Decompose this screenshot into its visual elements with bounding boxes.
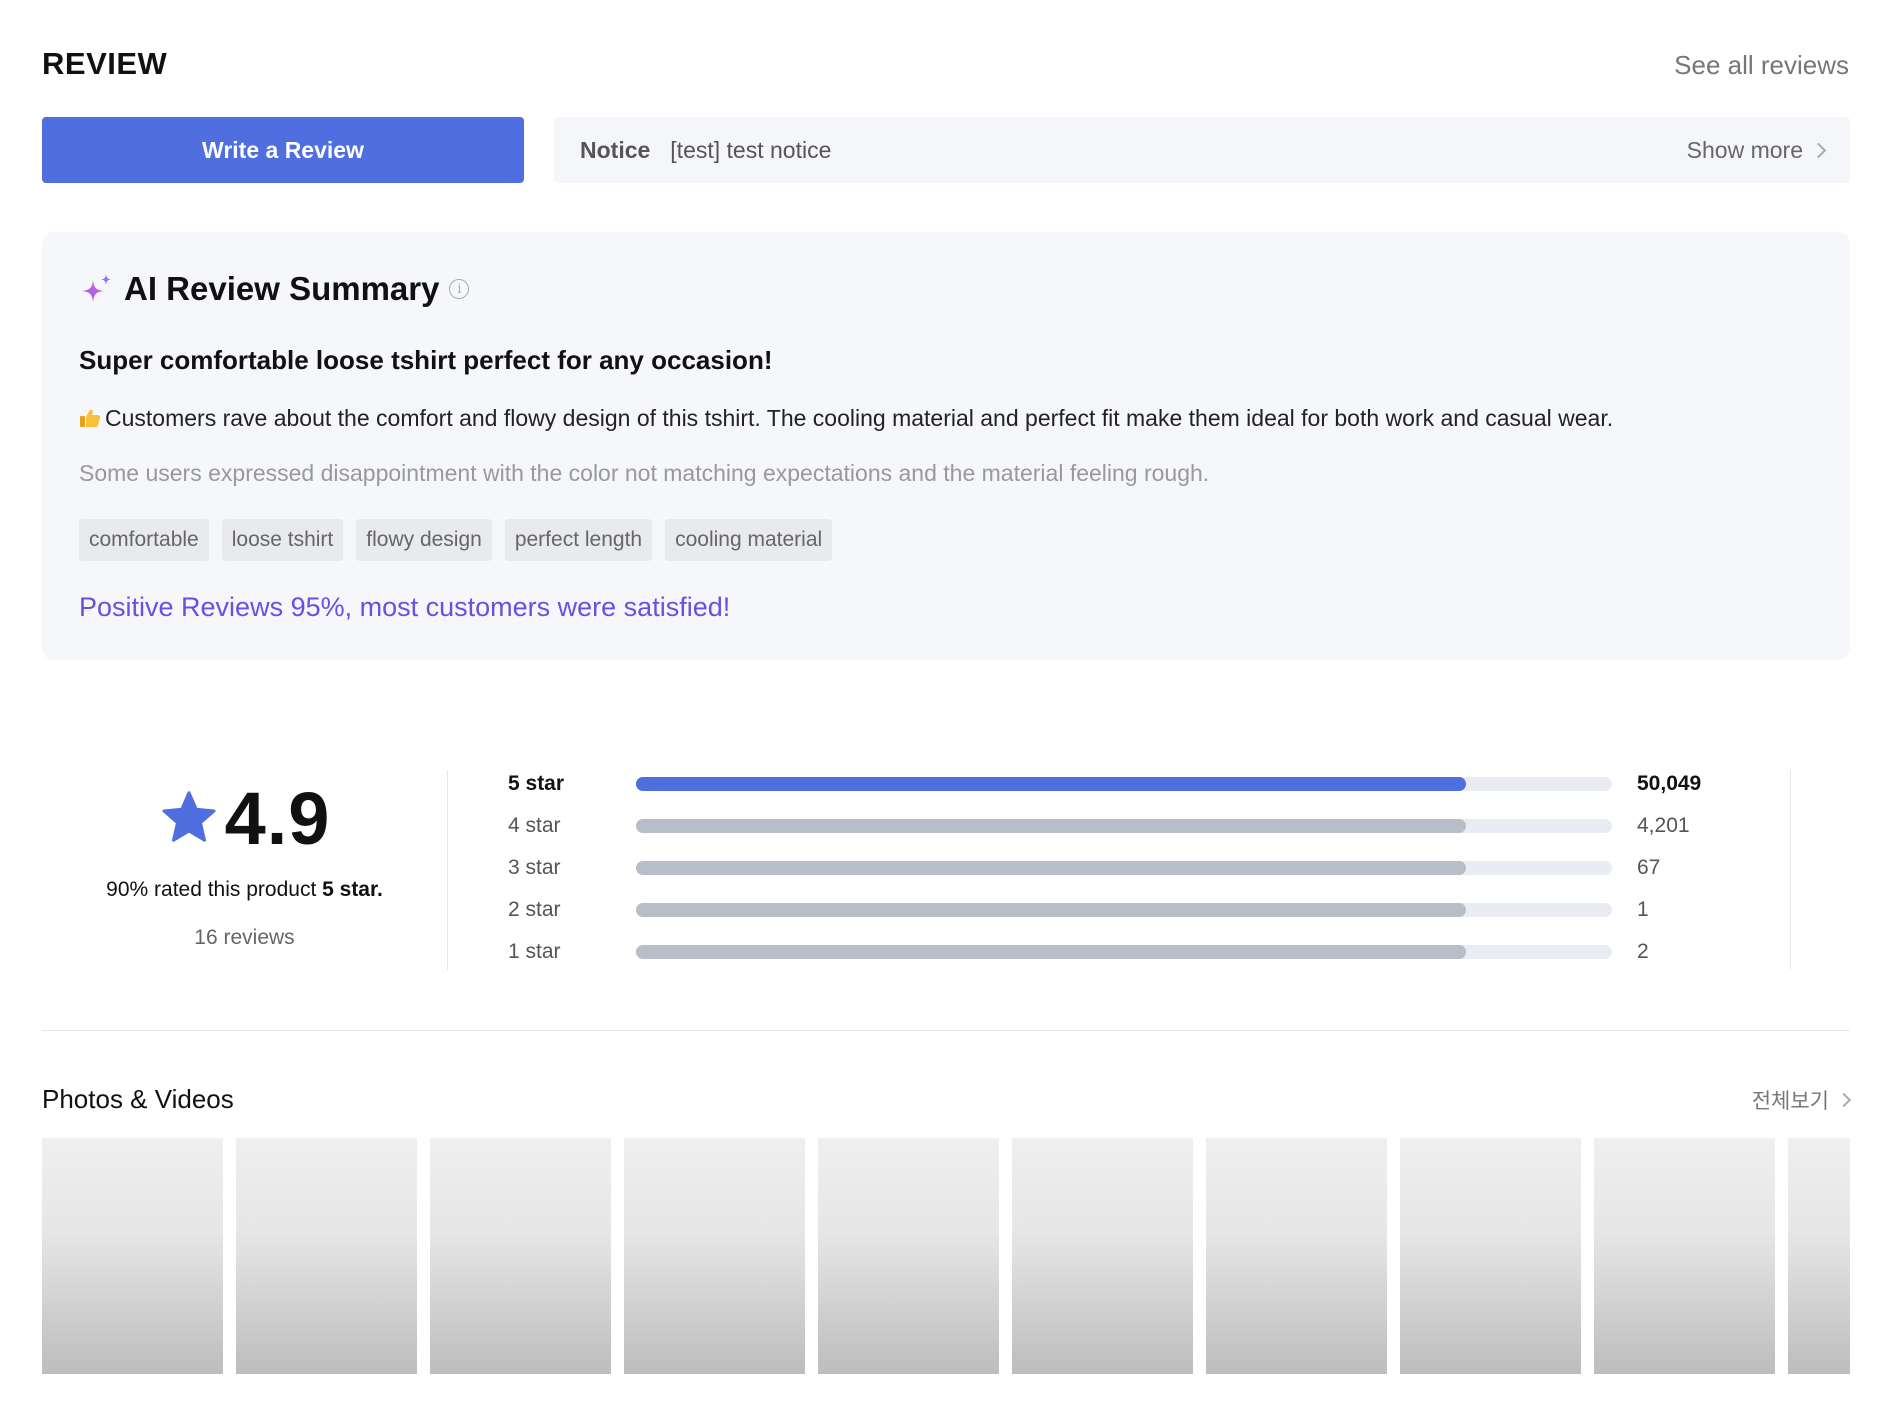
- rating-bar-count: 1: [1637, 898, 1649, 921]
- photo-thumbnail[interactable]: [236, 1138, 417, 1374]
- keyword-tag[interactable]: perfect length: [504, 519, 653, 561]
- rating-bar-label: 3 star: [508, 856, 561, 879]
- keyword-tag[interactable]: comfortable: [79, 519, 209, 561]
- ai-summary-negative: Some users expressed disappointment with…: [79, 460, 1210, 486]
- photo-thumbnail[interactable]: [1400, 1138, 1581, 1374]
- ai-summary-positive-text: Customers rave about the comfort and flo…: [105, 405, 1614, 431]
- rating-bar-fill: [636, 819, 1466, 833]
- photo-thumbnail[interactable]: [1788, 1138, 1850, 1374]
- keyword-tags: comfortable loose tshirt flowy design pe…: [79, 519, 833, 561]
- rating-bar-row: 1 star 2: [508, 937, 1649, 967]
- rating-bar-count: 2: [1637, 940, 1649, 963]
- rating-bar-fill: [636, 903, 1466, 917]
- show-more-button[interactable]: Show more: [1686, 136, 1827, 164]
- photo-thumbnail[interactable]: [624, 1138, 805, 1374]
- ai-summary-header: AI Review Summary i: [80, 270, 470, 308]
- rating-bar-label: 5 star: [508, 772, 565, 795]
- rating-bar-label: 2 star: [508, 898, 561, 921]
- rating-bar-count: 4,201: [1637, 814, 1690, 837]
- photo-thumbnail[interactable]: [430, 1138, 611, 1374]
- rating-bar-track: [636, 903, 1612, 917]
- rated-summary: 90% rated this product 5 star.: [42, 878, 447, 902]
- rating-score: 4.9: [224, 777, 331, 860]
- average-rating: 4.9: [42, 782, 447, 856]
- photo-thumbnail[interactable]: [42, 1138, 223, 1374]
- photo-thumbnail[interactable]: [1206, 1138, 1387, 1374]
- rating-bar-label: 4 star: [508, 814, 561, 837]
- rating-bar-fill: [636, 777, 1466, 791]
- rating-bar-track: [636, 861, 1612, 875]
- rating-bar-row: 3 star 67: [508, 853, 1660, 883]
- rating-bar-track: [636, 777, 1612, 791]
- positive-rate-text: Positive Reviews 95%, most customers wer…: [79, 592, 731, 622]
- ai-summary-headline: Super comfortable loose tshirt perfect f…: [79, 345, 773, 375]
- rating-bar-fill: [636, 945, 1466, 959]
- photos-view-all-link[interactable]: 전체보기: [1751, 1085, 1852, 1115]
- ai-summary-positive: Customers rave about the comfort and flo…: [79, 405, 1613, 432]
- keyword-tag[interactable]: cooling material: [665, 519, 833, 561]
- rating-summary: 4.9 90% rated this product 5 star. 16 re…: [42, 770, 447, 970]
- rating-bar-count: 50,049: [1637, 772, 1702, 795]
- ai-summary-title: AI Review Summary: [124, 270, 440, 307]
- divider: [447, 770, 448, 970]
- chevron-right-icon: [1836, 1092, 1852, 1108]
- show-more-label: Show more: [1686, 136, 1803, 163]
- notice-label: Notice: [580, 136, 651, 163]
- notice-text[interactable]: [test] test notice: [670, 137, 1686, 164]
- rating-bar-label: 1 star: [508, 940, 561, 963]
- keyword-tag[interactable]: loose tshirt: [221, 519, 344, 561]
- photos-view-all-label: 전체보기: [1751, 1090, 1829, 1113]
- photos-videos-title: Photos & Videos: [42, 1084, 234, 1114]
- section-divider: [42, 1030, 1850, 1031]
- info-icon[interactable]: i: [449, 279, 470, 299]
- divider: [1790, 770, 1791, 970]
- keyword-tag[interactable]: flowy design: [356, 519, 492, 561]
- star-icon: [162, 791, 216, 842]
- photo-thumbnail[interactable]: [1012, 1138, 1193, 1374]
- sparkle-icon: [82, 274, 111, 302]
- rating-bar-row: 5 star 50,049: [508, 769, 1701, 799]
- rating-bar-track: [636, 945, 1612, 959]
- rated-prefix: 90% rated this product: [106, 878, 323, 901]
- photo-thumbnail[interactable]: [1594, 1138, 1775, 1374]
- rating-bar-count: 67: [1637, 856, 1661, 879]
- page-title: REVIEW: [42, 46, 168, 81]
- thumbs-up-icon: [80, 409, 101, 427]
- photo-thumbnail[interactable]: [818, 1138, 999, 1374]
- rating-bar-row: 2 star 1: [508, 895, 1649, 925]
- review-count: 16 reviews: [194, 926, 295, 949]
- see-all-reviews-link[interactable]: See all reviews: [1674, 50, 1849, 81]
- write-review-button[interactable]: Write a Review: [42, 117, 524, 183]
- rating-bar-track: [636, 819, 1612, 833]
- notice-bar[interactable]: Notice [test] test notice Show more: [554, 117, 1850, 183]
- photo-strip: [42, 1138, 1850, 1374]
- chevron-right-icon: [1810, 142, 1827, 158]
- rating-bar-fill: [636, 861, 1466, 875]
- rating-bar-row: 4 star 4,201: [508, 811, 1690, 841]
- rated-bold: 5 star.: [322, 878, 383, 901]
